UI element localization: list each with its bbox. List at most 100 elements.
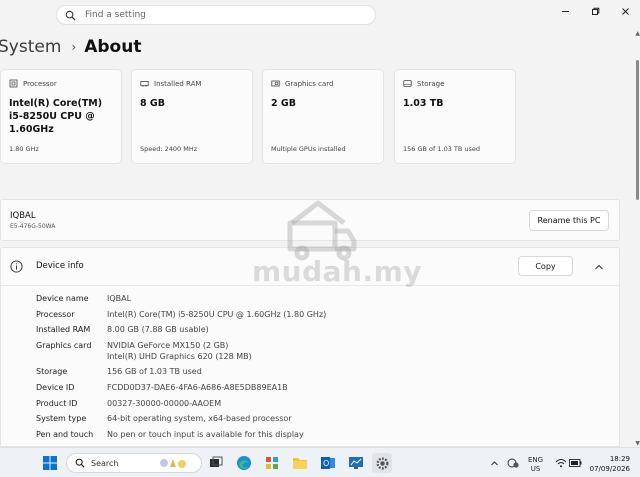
spec-value: FCDD0D37-DAE6-4FA6-A686-A8E5DB89EA1B [107,382,288,392]
spec-value: 156 GB of 1.03 TB used [107,367,202,377]
windows-logo-icon [43,456,57,470]
outlook-icon: O [321,457,335,469]
clock-time: 18:29 [609,455,630,463]
restore-icon [591,7,599,15]
spec-key: Graphics card [36,340,92,350]
spec-key: Processor [36,309,75,319]
spec-value-line: NVIDIA GeForce MX150 (2 GB) [107,340,229,350]
region-code: US [530,465,541,473]
ram-card-label: Installed RAM [154,79,202,88]
scrollbar-thumb[interactable] [636,60,639,200]
task-view-icon [210,456,223,467]
info-icon [10,260,23,273]
ram-card-value: 8 GB [140,98,165,109]
search-input[interactable] [85,10,345,20]
table-row: Graphics card NVIDIA GeForce MX150 (2 GB… [36,340,326,362]
rename-pc-button[interactable]: Rename this PC [529,210,609,231]
start-button[interactable] [40,453,60,473]
spec-value: NVIDIA GeForce MX150 (2 GB) Intel(R) UHD… [107,340,252,362]
spec-value: 64-bit operating system, x64-based proce… [107,414,292,424]
processor-card-label: Processor [23,79,57,88]
ram-card: Installed RAM 8 GB Speed: 2400 MHz [131,69,253,164]
table-row: Device ID FCDD0D37-DAE6-4FA6-A686-A8E5DB… [36,382,326,393]
ram-card-sub: Speed: 2400 MHz [140,145,198,153]
search-icon [75,458,85,468]
spec-value: No pen or touch input is available for t… [107,429,304,439]
scroll-down-arrow[interactable]: ▼ [635,440,640,447]
graphics-card-icon [271,79,280,88]
page-title: About [84,37,142,57]
processor-card-sub: 1.80 GHz [9,145,39,153]
search-highlight-icon [160,459,187,468]
spec-key: Installed RAM [36,325,91,335]
gear-icon [376,457,388,469]
edge-icon [237,456,251,470]
show-hidden-icons-button[interactable] [488,453,500,473]
processor-card-value: Intel(R) Core(TM) i5-8250U CPU @ 1.60GHz [9,98,103,135]
taskbar: Search O ENG US 18:29 07/09/2026 [0,447,640,477]
spec-value: IQBAL [107,294,132,303]
graphics-card-label: Graphics card [285,79,334,88]
language-code: ENG [528,456,544,464]
spec-value: 00327-30000-00000-AAOEM [107,398,222,408]
paint-app-button[interactable] [262,453,282,473]
ram-icon [140,79,149,88]
storage-card-sub: 156 GB of 1.03 TB used [403,145,481,153]
taskbar-search-label: Search [91,458,119,468]
battery-button[interactable] [568,453,582,473]
watermark-text: mudah.my [252,255,423,288]
spec-value-line: Intel(R) UHD Graphics 620 (128 MB) [107,351,252,361]
graphics-card-sub: Multiple GPUs installed [271,145,346,153]
paint-icon [266,457,278,469]
settings-search-box[interactable] [56,5,376,25]
spec-key: Pen and touch [36,429,94,439]
processor-icon [9,79,18,88]
outlook-button[interactable]: O [318,453,338,473]
close-icon [621,7,629,15]
close-button[interactable] [610,0,640,22]
svg-text:O: O [323,459,329,468]
language-indicator[interactable]: ENG US [528,456,543,474]
device-spec-table: Device name IQBAL Processor Intel(R) Cor… [36,293,326,444]
table-row: Storage 156 GB of 1.03 TB used [36,366,326,377]
copy-button[interactable]: Copy [518,256,573,276]
monitor-app-button[interactable] [346,453,366,473]
chart-monitor-icon [349,457,363,469]
breadcrumb: System › About [0,36,141,58]
table-row: Installed RAM 8.00 GB (7.88 GB usable) [36,324,326,335]
clock-date: 07/09/2026 [589,465,630,473]
edge-button[interactable] [234,453,254,473]
settings-app-button[interactable] [372,453,392,473]
pc-name: IQBAL [10,211,36,221]
table-row: System type 64-bit operating system, x64… [36,413,326,424]
network-status-button[interactable] [505,453,521,473]
storage-icon [403,79,412,88]
cloud-sync-icon [507,458,519,468]
wifi-button[interactable] [554,453,568,473]
chevron-up-icon[interactable] [593,261,605,273]
breadcrumb-separator: › [71,40,77,54]
file-explorer-button[interactable] [290,453,310,473]
pc-model: E5-476G-50WA [10,223,56,230]
maximize-button[interactable] [580,0,610,22]
folder-icon [293,458,307,469]
minimize-icon [561,10,569,12]
spec-key: Device name [36,294,89,303]
taskbar-clock[interactable]: 18:29 07/09/2026 [590,454,630,474]
task-view-button[interactable] [206,453,226,473]
search-icon [65,9,77,21]
table-row: Product ID 00327-30000-00000-AAOEM [36,398,326,409]
pc-name-panel: IQBAL E5-476G-50WA Rename this PC [0,199,620,241]
scroll-up-arrow[interactable]: ▲ [635,30,640,37]
spec-key: Product ID [36,398,78,408]
spec-key: System type [36,414,87,424]
minimize-button[interactable] [550,0,580,22]
taskbar-search[interactable]: Search [66,453,202,473]
storage-card-value: 1.03 TB [403,98,444,109]
table-row: Pen and touch No pen or touch input is a… [36,429,326,440]
spec-key: Storage [36,367,68,377]
table-row: Device name IQBAL [36,293,326,304]
breadcrumb-system-link[interactable]: System [0,37,61,57]
storage-card-label: Storage [417,79,445,88]
graphics-card-value: 2 GB [271,98,296,109]
